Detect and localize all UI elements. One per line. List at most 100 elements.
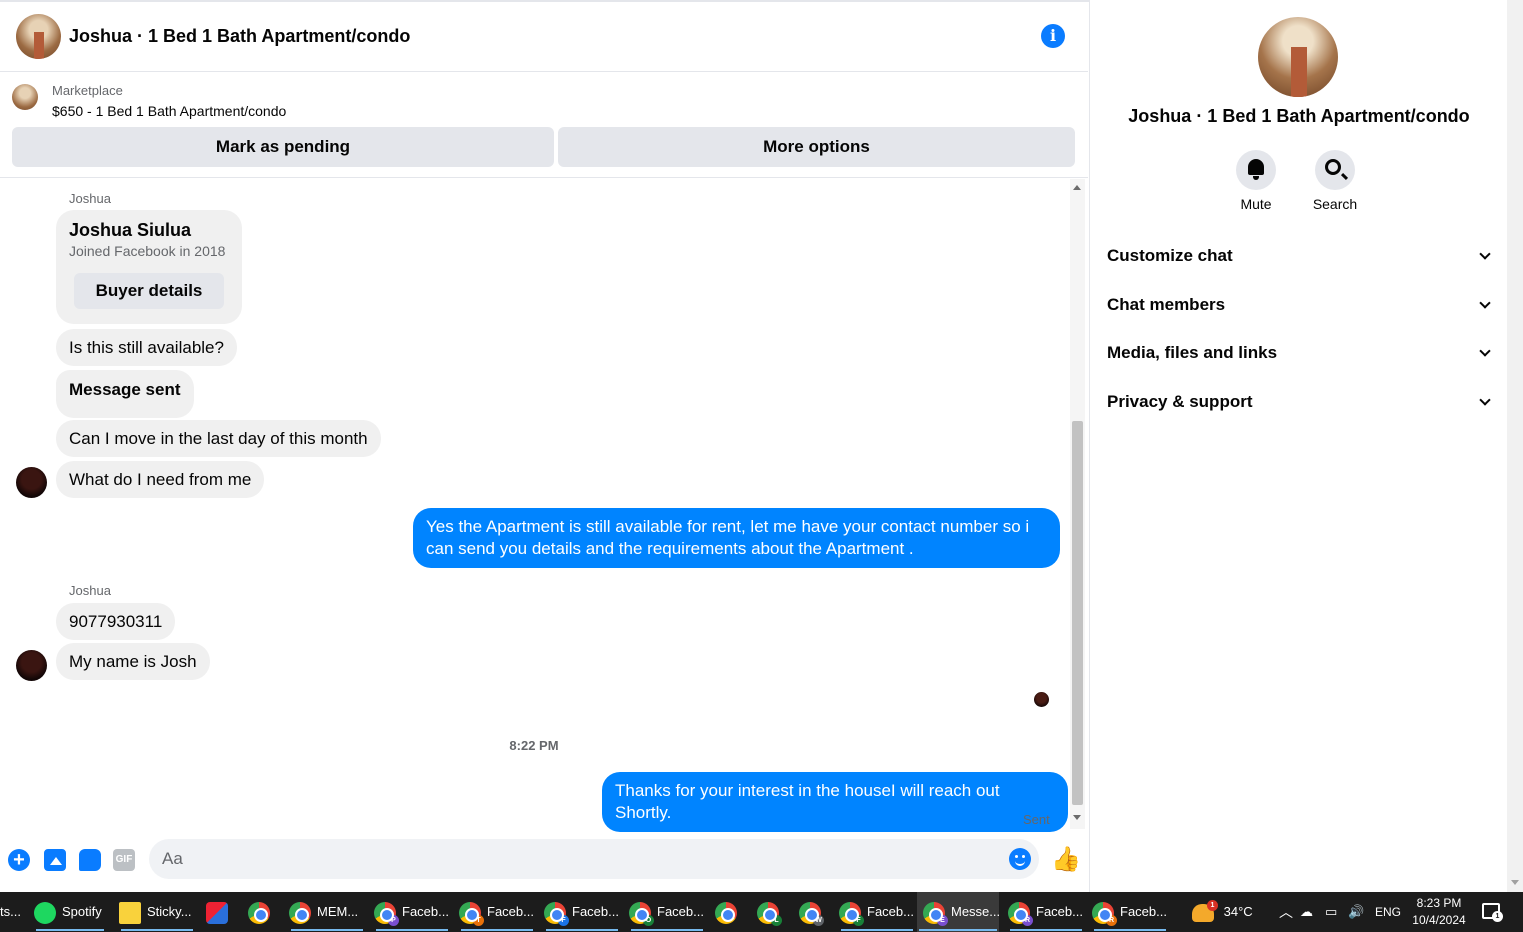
chrome-icon: P	[374, 901, 399, 926]
system-clock[interactable]: 8:23 PM 10/4/2024	[1409, 895, 1469, 929]
chrome-icon	[248, 901, 270, 924]
buyer-details-button[interactable]: Buyer details	[74, 273, 224, 309]
chrome-icon: R	[1008, 901, 1033, 926]
profile-badge: P	[388, 914, 399, 926]
media-files-links-section[interactable]: Media, files and links	[1107, 338, 1491, 368]
plus-icon[interactable]: +	[8, 849, 30, 871]
scroll-down-arrow-icon[interactable]	[1511, 880, 1519, 885]
chrome-icon	[289, 901, 311, 924]
scroll-down-arrow-icon[interactable]	[1073, 815, 1081, 820]
taskbar-item-chrome-window[interactable]: F Faceb...	[544, 892, 620, 932]
taskbar-item-chrome-window[interactable]: R Faceb...	[1008, 892, 1084, 932]
taskbar-label: Messe...	[951, 904, 1001, 919]
listing-title[interactable]: $650 - 1 Bed 1 Bath Apartment/condo	[52, 103, 286, 119]
weather-widget[interactable]: 1 34°C	[1192, 892, 1253, 932]
page-scrollbar[interactable]	[1507, 0, 1523, 892]
chrome-icon: T	[459, 901, 484, 926]
outgoing-message-bubble[interactable]: Thanks for your interest in the houseI w…	[602, 772, 1068, 832]
message-bubble[interactable]: Can I move in the last day of this month	[56, 420, 381, 457]
taskbar-label: ts...	[0, 904, 21, 919]
taskbar-item-sticky-notes[interactable]: Sticky...	[119, 892, 195, 932]
onedrive-icon[interactable]: ☁	[1300, 892, 1313, 932]
sender-avatar[interactable]	[16, 467, 47, 498]
scroll-up-arrow-icon[interactable]	[1073, 185, 1081, 190]
profile-badge: F	[853, 914, 864, 926]
taskbar-item-chrome-window[interactable]: F Faceb...	[839, 892, 915, 932]
notification-count: 1	[1492, 911, 1503, 922]
photo-icon[interactable]	[44, 849, 66, 871]
network-icon[interactable]: ▭	[1325, 892, 1337, 932]
weather-icon: 1	[1192, 899, 1218, 922]
taskbar-item-chrome-profile[interactable]	[715, 892, 739, 932]
panel-conversation-name: Joshua · 1 Bed 1 Bath Apartment/condo	[1128, 106, 1470, 126]
listing-source: Marketplace	[52, 83, 123, 98]
chrome-icon: F	[839, 901, 864, 926]
mute-button[interactable]: Mute	[1221, 150, 1291, 212]
privacy-support-section[interactable]: Privacy & support	[1107, 387, 1491, 417]
buyer-card: Joshua Siulua Joined Facebook in 2018 Bu…	[56, 210, 242, 324]
message-bubble[interactable]: My name is Josh	[56, 643, 210, 680]
taskbar-item-chrome-profile[interactable]: L	[757, 892, 782, 932]
message-list[interactable]: Joshua Joshua Siulua Joined Facebook in …	[0, 179, 1068, 832]
sender-name: Joshua	[69, 583, 111, 598]
taskbar-item-spotify[interactable]: Spotify	[34, 892, 106, 932]
profile-badge: L	[771, 914, 782, 926]
taskbar-label: MEM...	[317, 904, 359, 919]
taskbar-item-chrome-window[interactable]: P Faceb...	[374, 892, 450, 932]
taskbar-item[interactable]: ts...	[0, 892, 24, 932]
gif-icon[interactable]: GIF	[113, 849, 135, 871]
taskbar-item-messenger-active[interactable]: E Messe...	[917, 892, 1001, 932]
mark-as-pending-button[interactable]: Mark as pending	[12, 127, 554, 167]
taskbar-item-snipping-tool[interactable]	[206, 892, 230, 932]
notification-center-icon[interactable]: 1	[1482, 903, 1503, 922]
taskbar-item-chrome-window[interactable]: MEM...	[289, 892, 365, 932]
windows-taskbar: ts... Spotify Sticky... MEM... P Faceb...…	[0, 892, 1523, 932]
emoji-icon[interactable]	[1009, 848, 1031, 870]
scrollbar-thumb[interactable]	[1072, 421, 1083, 805]
outgoing-message-bubble[interactable]: Yes the Apartment is still available for…	[413, 508, 1060, 568]
mute-label: Mute	[1240, 196, 1272, 212]
chat-members-section[interactable]: Chat members	[1107, 290, 1491, 320]
search-button[interactable]: Search	[1300, 150, 1370, 212]
weather-temp: 34°C	[1223, 904, 1253, 919]
taskbar-item-chrome-window[interactable]: O Faceb...	[629, 892, 705, 932]
profile-badge: W	[813, 914, 824, 926]
message-bubble[interactable]: Message sent	[56, 370, 194, 418]
language-indicator[interactable]: ENG	[1375, 892, 1401, 932]
thumbs-up-icon[interactable]: 👍	[1051, 847, 1081, 872]
customize-chat-section[interactable]: Customize chat	[1107, 241, 1491, 271]
bell-icon[interactable]	[1236, 150, 1276, 190]
messages-scrollbar[interactable]	[1070, 179, 1085, 829]
taskbar-label: Faceb...	[1120, 904, 1167, 919]
screen: Joshua · 1 Bed 1 Bath Apartment/condo i …	[0, 0, 1523, 932]
volume-icon[interactable]: 🔊	[1348, 892, 1364, 932]
taskbar-item-chrome-profile[interactable]: W	[799, 892, 824, 932]
panel-avatar[interactable]	[1258, 17, 1338, 97]
message-bubble[interactable]: 9077930311	[56, 603, 176, 640]
message-bubble[interactable]: Is this still available?	[56, 329, 237, 366]
taskbar-item-chrome-window[interactable]: T Faceb...	[459, 892, 535, 932]
sender-avatar[interactable]	[16, 650, 47, 681]
search-icon[interactable]	[1315, 150, 1355, 190]
taskbar-label: Faceb...	[402, 904, 449, 919]
seen-avatar	[1034, 692, 1049, 707]
chrome-icon: L	[757, 901, 782, 926]
taskbar-label: Faceb...	[572, 904, 619, 919]
spotify-icon	[34, 901, 56, 924]
conversation-avatar[interactable]	[16, 14, 61, 59]
taskbar-item-chrome[interactable]	[248, 892, 272, 932]
chat-header: Joshua · 1 Bed 1 Bath Apartment/condo i	[0, 2, 1088, 72]
search-label: Search	[1312, 196, 1358, 212]
sticker-icon[interactable]	[79, 849, 101, 871]
message-input[interactable]	[149, 839, 1039, 879]
marketplace-listing-banner: Marketplace $650 - 1 Bed 1 Bath Apartmen…	[0, 72, 1088, 178]
info-icon[interactable]: i	[1041, 24, 1065, 48]
chevron-up-icon[interactable]: ︿	[1279, 892, 1293, 932]
more-options-button[interactable]: More options	[558, 127, 1075, 167]
taskbar-item-chrome-window[interactable]: R Faceb...	[1092, 892, 1168, 932]
listing-thumbnail[interactable]	[12, 84, 38, 110]
message-bubble[interactable]: What do I need from me	[56, 461, 265, 498]
conversation-details-panel: Joshua · 1 Bed 1 Bath Apartment/condo Mu…	[1089, 0, 1507, 892]
buyer-name: Joshua Siulua	[69, 220, 192, 240]
conversation-title[interactable]: Joshua · 1 Bed 1 Bath Apartment/condo	[69, 26, 410, 47]
